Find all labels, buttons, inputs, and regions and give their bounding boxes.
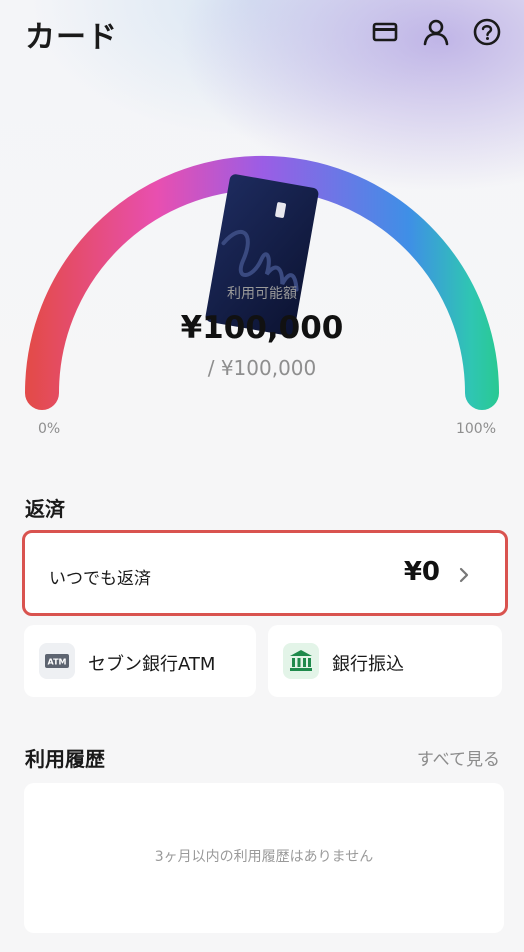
available-credit-label: 利用可能額 <box>227 286 297 302</box>
see-all-link[interactable]: すべて見る <box>417 745 500 770</box>
credit-limit-amount: / ¥100,000 <box>207 356 317 380</box>
history-section-title: 利用履歴 <box>25 747 105 771</box>
bank-transfer-label: 銀行振込 <box>332 654 404 675</box>
history-empty-message: 3ヶ月以内の利用履歴はありません <box>154 849 374 865</box>
atm-icon-text: ATM <box>48 658 67 667</box>
anytime-repayment-button[interactable]: いつでも返済 ¥0 <box>22 530 508 616</box>
seven-bank-atm-button[interactable]: ATM セブン銀行ATM <box>24 625 256 697</box>
available-credit-amount: ¥100,000 <box>180 310 344 346</box>
anytime-repayment-label: いつでも返済 <box>49 569 151 589</box>
bank-icon <box>283 643 319 679</box>
history-list: 3ヶ月以内の利用履歴はありません <box>24 783 504 933</box>
page-title: カード <box>25 20 118 55</box>
seven-bank-atm-label: セブン銀行ATM <box>88 654 216 675</box>
card-icon[interactable] <box>370 17 400 47</box>
repayment-amount: ¥0 <box>403 557 440 587</box>
atm-icon: ATM <box>39 643 75 679</box>
gauge-max-label: 100% <box>455 421 496 437</box>
repayment-section-title: 返済 <box>25 497 65 521</box>
chevron-right-icon <box>459 567 469 583</box>
help-icon[interactable] <box>472 17 502 47</box>
bank-transfer-button[interactable]: 銀行振込 <box>268 625 502 697</box>
person-icon[interactable] <box>421 17 451 47</box>
gauge-min-label: 0% <box>38 421 61 437</box>
credit-gauge <box>25 156 499 410</box>
